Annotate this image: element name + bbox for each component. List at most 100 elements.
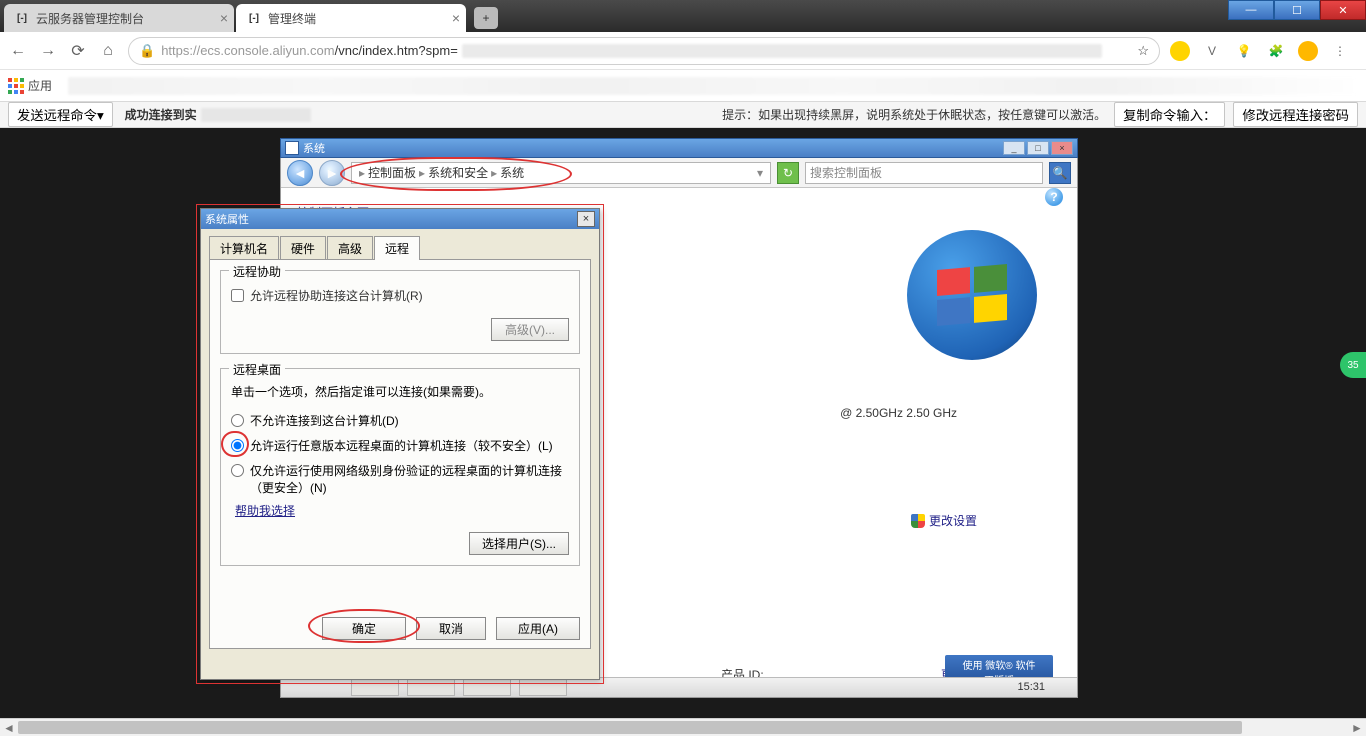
bookmarks-blurred [68,77,1358,95]
taskbar-item[interactable] [519,678,567,696]
win-maximize-button[interactable]: □ [1027,141,1049,155]
sleep-hint: 提示：如果出现持续黑屏，说明系统处于休眠状态，按任意键可以激活。 [722,106,1106,123]
dialog-tabs: 计算机名 硬件 高级 远程 [201,229,599,259]
send-remote-cmd-button[interactable]: 发送远程命令▾ [8,102,113,127]
nav-reload-button[interactable]: ⟳ [68,41,88,61]
help-me-choose-link[interactable]: 帮助我选择 [235,502,295,519]
explorer-refresh-button[interactable]: ↻ [777,162,799,184]
radio-label: 允许运行任意版本远程桌面的计算机连接（较不安全）(L) [250,437,553,454]
explorer-back-button[interactable]: ◄ [287,160,313,186]
windows-taskbar[interactable]: 15:31 [281,677,1077,697]
taskbar-item[interactable] [351,678,399,696]
url-path: /vnc/index.htm?spm= [335,43,458,58]
window-minimize-button[interactable]: — [1228,0,1274,20]
win-close-button[interactable]: × [1051,141,1073,155]
radio-label: 仅允许运行使用网络级别身份验证的远程桌面的计算机连接（更安全）(N) [250,462,569,496]
browser-tab-vnc[interactable]: [-] 管理终端 × [236,4,466,32]
shield-icon [911,514,925,528]
tab-computer-name[interactable]: 计算机名 [209,236,279,260]
minimize-icon: — [1246,4,1257,16]
nav-forward-button[interactable]: → [38,41,58,61]
chevron-right-icon: ▸ [359,166,365,180]
ok-button[interactable]: 确定 [322,617,406,640]
remote-assist-group: 远程协助 允许远程协助连接这台计算机(R) 高级(V)... [220,270,580,354]
bc-system-security[interactable]: 系统和安全 [428,164,488,181]
new-tab-button[interactable]: + [474,7,498,29]
tab-close-icon[interactable]: × [452,10,460,26]
radio-input[interactable] [231,464,244,477]
cancel-button[interactable]: 取消 [416,617,486,640]
checkbox-input[interactable] [231,289,244,302]
tab-hardware[interactable]: 硬件 [280,236,326,260]
allow-remote-assist-checkbox[interactable]: 允许远程协助连接这台计算机(R) [231,287,569,304]
change-vnc-password-button[interactable]: 修改远程连接密码 [1233,102,1358,127]
apps-shortcut[interactable]: 应用 [8,77,52,94]
chevron-down-icon[interactable]: ▾ [757,166,763,180]
rd-option-allow-nla[interactable]: 仅允许运行使用网络级别身份验证的远程桌面的计算机连接（更安全）(N) [231,462,569,496]
tab-remote-page: 远程协助 允许远程协助连接这台计算机(R) 高级(V)... 远程桌面 单击一个… [209,259,591,649]
maximize-icon: ☐ [1292,4,1302,17]
assist-advanced-button[interactable]: 高级(V)... [491,318,569,341]
tab-close-icon[interactable]: × [220,10,228,26]
radio-input[interactable] [231,414,244,427]
explorer-search-button[interactable]: 🔍 [1049,162,1071,184]
dialog-close-button[interactable]: × [577,211,595,227]
rd-description: 单击一个选项，然后指定谁可以连接(如果需要)。 [231,383,569,400]
copy-cmd-input-button[interactable]: 复制命令输入： [1114,102,1225,127]
tab-advanced[interactable]: 高级 [327,236,373,260]
change-settings-link[interactable]: 更改设置 [911,512,977,529]
rd-option-allow-any[interactable]: 允许运行任意版本远程桌面的计算机连接（较不安全）(L) [231,437,569,454]
explorer-forward-button[interactable]: ► [319,160,345,186]
checkbox-label: 允许远程协助连接这台计算机(R) [250,287,423,304]
explorer-search-input[interactable]: 搜索控制面板 [805,162,1043,184]
bc-control-panel[interactable]: 控制面板 [368,164,416,181]
explorer-breadcrumb[interactable]: ▸ 控制面板 ▸ 系统和安全 ▸ 系统 ▾ [351,162,771,184]
radio-label: 不允许连接到这台计算机(D) [250,412,399,429]
vnc-canvas[interactable]: 系统 _ □ × ◄ ► ▸ 控制面板 ▸ 系统和安全 ▸ 系统 ▾ [0,128,1366,718]
extension-yellow-dot-icon[interactable] [1170,41,1190,61]
system-window-titlebar[interactable]: 系统 _ □ × [280,138,1078,158]
tab-title: 云服务器管理控制台 [36,10,144,27]
change-settings-label: 更改设置 [929,512,977,529]
bookmark-star-icon[interactable]: ☆ [1137,43,1149,59]
extension-puzzle-icon[interactable]: 🧩 [1266,41,1286,61]
nav-back-button[interactable]: ← [8,41,28,61]
rd-option-deny[interactable]: 不允许连接到这台计算机(D) [231,412,569,429]
profile-avatar-icon[interactable] [1298,41,1318,61]
radio-input[interactable] [231,439,244,452]
scroll-right-arrow-icon[interactable]: ► [1348,719,1366,736]
dialog-titlebar[interactable]: 系统属性 × [201,209,599,229]
win-minimize-button[interactable]: _ [1003,141,1025,155]
taskbar-item[interactable] [463,678,511,696]
apply-button[interactable]: 应用(A) [496,617,580,640]
tab-remote[interactable]: 远程 [374,236,420,260]
side-badge[interactable]: 35 [1340,352,1366,378]
browser-tab-ecs[interactable]: [-] 云服务器管理控制台 × [4,4,234,32]
url-blurred-tail [462,44,1102,58]
connection-status-blurred [201,108,311,122]
window-title: 系统 [303,140,325,156]
taskbar-clock: 15:31 [1017,681,1045,693]
chevron-right-icon: ▸ [419,166,425,180]
apps-label: 应用 [28,77,52,94]
scroll-thumb[interactable] [18,721,1242,734]
page-horizontal-scrollbar[interactable]: ◄ ► [0,718,1366,736]
nav-home-button[interactable]: ⌂ [98,41,118,61]
window-maximize-button[interactable]: ☐ [1274,0,1320,20]
address-bar[interactable]: 🔒 https://ecs.console.aliyun.com/vnc/ind… [128,37,1160,65]
scroll-track[interactable] [18,719,1348,736]
select-users-button[interactable]: 选择用户(S)... [469,532,569,555]
window-close-button[interactable]: ✕ [1320,0,1366,20]
extension-v-icon[interactable]: V [1202,41,1222,61]
browser-menu-button[interactable]: ⋮ [1330,41,1350,61]
genuine-line1: 使用 微软® 软件 [963,657,1036,672]
tab-favicon-bracket-icon: [-] [246,10,262,26]
windows-logo [907,230,1037,360]
tab-title: 管理终端 [268,10,316,27]
extension-bulb-icon[interactable]: 💡 [1234,41,1254,61]
tab-favicon-bracket-icon: [-] [14,10,30,26]
bc-system[interactable]: 系统 [500,164,524,181]
scroll-left-arrow-icon[interactable]: ◄ [0,719,18,736]
search-placeholder: 搜索控制面板 [810,164,882,181]
taskbar-item[interactable] [407,678,455,696]
